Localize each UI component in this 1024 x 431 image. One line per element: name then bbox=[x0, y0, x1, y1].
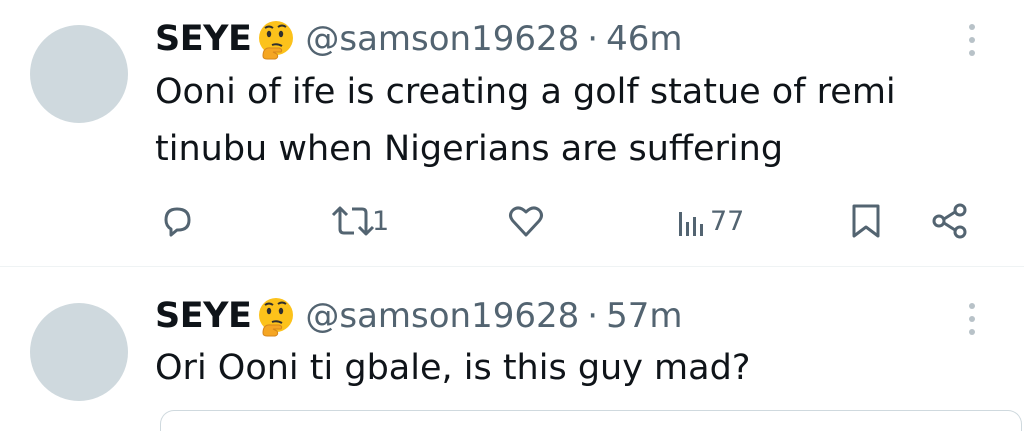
heart-icon bbox=[509, 206, 543, 237]
reply-button[interactable] bbox=[158, 202, 196, 240]
analytics-icon bbox=[679, 212, 703, 236]
separator-dot: · bbox=[587, 19, 599, 59]
retweet-button[interactable]: 1 bbox=[330, 202, 389, 240]
thinking-face-emoji-icon bbox=[259, 298, 294, 337]
tweet-1[interactable]: SEYE @samson19628 · 46m Ooni of ife is c… bbox=[0, 0, 1024, 266]
user-handle[interactable]: @samson19628 bbox=[305, 19, 579, 59]
share-icon bbox=[932, 203, 967, 239]
avatar[interactable] bbox=[30, 303, 128, 401]
tweet-header: SEYE @samson19628 · 46m bbox=[155, 15, 682, 63]
tweet-text: Ori Ooni ti gbale, is this guy mad? bbox=[155, 340, 1005, 397]
tweet-text: Ooni of ife is creating a golf statue of… bbox=[155, 64, 1005, 178]
retweet-icon bbox=[331, 206, 375, 236]
tweet-text-line: tinubu when Nigerians are suffering bbox=[155, 129, 784, 169]
more-options-icon[interactable] bbox=[962, 20, 982, 60]
tweet-text-line: Ori Ooni ti gbale, is this guy mad? bbox=[155, 348, 751, 388]
quoted-tweet-card[interactable] bbox=[160, 410, 1022, 431]
thinking-face-emoji-icon bbox=[259, 21, 294, 60]
share-button[interactable] bbox=[930, 202, 970, 240]
more-options-icon[interactable] bbox=[962, 299, 982, 339]
bookmark-button[interactable] bbox=[850, 202, 882, 240]
like-button[interactable] bbox=[506, 202, 546, 240]
tweet-header: SEYE @samson19628 · 57m bbox=[155, 292, 682, 340]
action-bar: 1 77 bbox=[0, 196, 1024, 246]
separator-dot: · bbox=[587, 296, 599, 336]
user-handle[interactable]: @samson19628 bbox=[305, 296, 579, 336]
timestamp[interactable]: 46m bbox=[606, 19, 682, 59]
bookmark-icon bbox=[852, 204, 880, 238]
avatar[interactable] bbox=[30, 25, 128, 123]
view-count: 77 bbox=[710, 205, 745, 237]
display-name[interactable]: SEYE bbox=[155, 296, 252, 336]
retweet-count: 1 bbox=[372, 205, 390, 237]
timestamp[interactable]: 57m bbox=[606, 296, 682, 336]
reply-icon bbox=[164, 207, 191, 237]
tweet-2[interactable]: SEYE @samson19628 · 57m Ori Ooni ti gbal… bbox=[0, 267, 1024, 420]
display-name[interactable]: SEYE bbox=[155, 19, 252, 59]
tweet-text-line: Ooni of ife is creating a golf statue of… bbox=[155, 72, 896, 112]
views-button[interactable]: 77 bbox=[676, 202, 744, 240]
